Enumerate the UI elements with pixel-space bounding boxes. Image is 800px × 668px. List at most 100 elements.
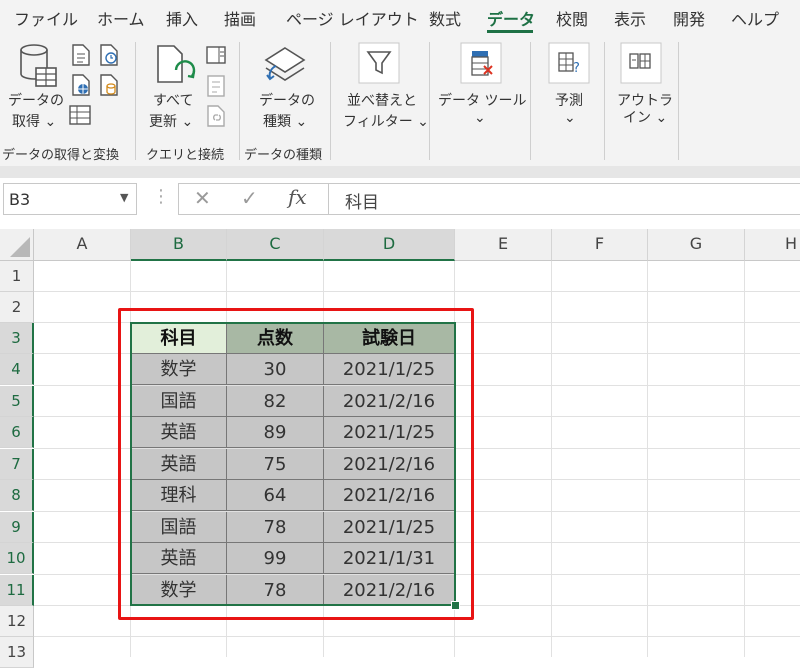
table-cell[interactable]: 89: [227, 417, 324, 448]
table-cell[interactable]: 数学: [131, 354, 227, 385]
table-cell[interactable]: 国語: [131, 512, 227, 543]
table-cell[interactable]: 99: [227, 543, 324, 574]
more-options-icon[interactable]: ⋮: [152, 186, 170, 207]
menu-bar: ファイル ホーム 挿入 描画 ページ レイアウト 数式 データ 校閲 表示 開発…: [0, 0, 800, 34]
data-types-label-1: データの: [259, 93, 315, 109]
select-all-icon: [10, 237, 30, 257]
table-cell[interactable]: 2021/2/16: [324, 449, 455, 480]
table-cell[interactable]: 理科: [131, 480, 227, 511]
refresh-icon: [157, 45, 196, 83]
row-header-4[interactable]: 4: [0, 354, 34, 385]
cell-b3-header[interactable]: 科目: [131, 323, 227, 354]
table-cell[interactable]: 82: [227, 386, 324, 417]
tab-page-layout[interactable]: ページ レイアウト: [286, 6, 419, 30]
enter-icon[interactable]: ✓: [241, 186, 258, 210]
tab-developer[interactable]: 開発: [673, 6, 705, 30]
row-header-5[interactable]: 5: [0, 386, 34, 417]
tab-file[interactable]: ファイル: [14, 6, 78, 30]
filter-icon: [358, 42, 400, 84]
data-types-icon: [264, 47, 306, 81]
table-cell[interactable]: 30: [227, 354, 324, 385]
ribbon-separator: [135, 42, 136, 160]
data-tools-label-2: ⌄: [474, 110, 486, 126]
column-header-e[interactable]: E: [455, 229, 552, 261]
table-cell[interactable]: 2021/2/16: [324, 386, 455, 417]
table-cell[interactable]: 英語: [131, 543, 227, 574]
row-header-12[interactable]: 12: [0, 606, 34, 637]
table-icon[interactable]: [68, 104, 92, 126]
row-header-10[interactable]: 10: [0, 543, 34, 574]
table-cell[interactable]: 78: [227, 575, 324, 606]
column-header-d[interactable]: D: [324, 229, 455, 261]
row-header-13[interactable]: 13: [0, 637, 34, 668]
table-cell[interactable]: 国語: [131, 386, 227, 417]
table-cell[interactable]: 英語: [131, 449, 227, 480]
table-cell[interactable]: 64: [227, 480, 324, 511]
row-header-1[interactable]: 1: [0, 261, 34, 292]
row-header-3[interactable]: 3: [0, 323, 34, 354]
forecast-label-2: ⌄: [564, 110, 576, 126]
tab-home[interactable]: ホーム: [97, 6, 145, 30]
queries-connections-icon[interactable]: [205, 44, 227, 66]
grid-line: [647, 261, 648, 657]
forecast-icon: ?: [548, 42, 590, 84]
formula-input[interactable]: [328, 183, 800, 215]
row-header-11[interactable]: 11: [0, 575, 34, 606]
column-header-g[interactable]: G: [648, 229, 745, 261]
table-cell[interactable]: 2021/2/16: [324, 575, 455, 606]
insert-function-icon[interactable]: fx: [288, 185, 307, 209]
table-cell[interactable]: 78: [227, 512, 324, 543]
row-header-7[interactable]: 7: [0, 449, 34, 480]
group-label-queries-connections: クエリと接続: [146, 148, 225, 163]
table-cell[interactable]: 2021/2/16: [324, 480, 455, 511]
row-header-9[interactable]: 9: [0, 512, 34, 543]
column-header-h[interactable]: H: [745, 229, 800, 261]
cancel-icon[interactable]: ✕: [194, 186, 211, 210]
row-header-6[interactable]: 6: [0, 417, 34, 448]
edit-links-icon[interactable]: [205, 104, 229, 128]
cell-c3-header[interactable]: 点数: [227, 323, 324, 354]
grid-line: [34, 636, 800, 637]
column-header-b[interactable]: B: [131, 229, 227, 261]
table-cell[interactable]: 2021/1/25: [324, 512, 455, 543]
tab-draw[interactable]: 描画: [224, 6, 256, 30]
grid-line: [551, 261, 552, 657]
ribbon-separator: [239, 42, 240, 160]
fill-handle[interactable]: [451, 601, 460, 610]
tab-review[interactable]: 校閲: [556, 6, 588, 30]
existing-connections-icon[interactable]: [98, 74, 120, 96]
column-header-f[interactable]: F: [552, 229, 648, 261]
recent-sources-icon[interactable]: [98, 44, 120, 66]
ribbon-separator: [429, 42, 430, 160]
select-all-corner[interactable]: [0, 229, 34, 261]
table-cell[interactable]: 2021/1/31: [324, 543, 455, 574]
tab-help[interactable]: ヘルプ: [731, 6, 779, 30]
table-cell[interactable]: 2021/1/25: [324, 354, 455, 385]
row-header-2[interactable]: 2: [0, 292, 34, 323]
get-data-label-1: データの: [8, 93, 64, 109]
tab-insert[interactable]: 挿入: [166, 6, 198, 30]
formula-input-value: 科目: [345, 193, 379, 213]
ribbon-separator: [678, 42, 679, 160]
tab-view[interactable]: 表示: [614, 6, 646, 30]
web-icon[interactable]: [70, 74, 92, 96]
column-header-a[interactable]: A: [34, 229, 131, 261]
chevron-down-icon[interactable]: ▼: [120, 191, 128, 204]
get-data-label-2: 取得 ⌄: [12, 114, 57, 130]
group-label-get-transform: データの取得と変換: [2, 148, 120, 163]
outline-icon: [620, 42, 662, 84]
table-cell[interactable]: 数学: [131, 575, 227, 606]
text-csv-icon[interactable]: [70, 44, 92, 66]
tab-formulas[interactable]: 数式: [429, 6, 461, 30]
database-icon: [20, 44, 57, 87]
ribbon-separator: [530, 42, 531, 160]
ribbon-separator: [604, 42, 605, 160]
cell-d3-header[interactable]: 試験日: [324, 323, 455, 354]
table-cell[interactable]: 75: [227, 449, 324, 480]
table-cell[interactable]: 英語: [131, 417, 227, 448]
tab-data[interactable]: データ: [487, 6, 535, 30]
table-cell[interactable]: 2021/1/25: [324, 417, 455, 448]
column-header-c[interactable]: C: [227, 229, 324, 261]
row-header-8[interactable]: 8: [0, 480, 34, 511]
properties-icon[interactable]: [205, 74, 227, 98]
